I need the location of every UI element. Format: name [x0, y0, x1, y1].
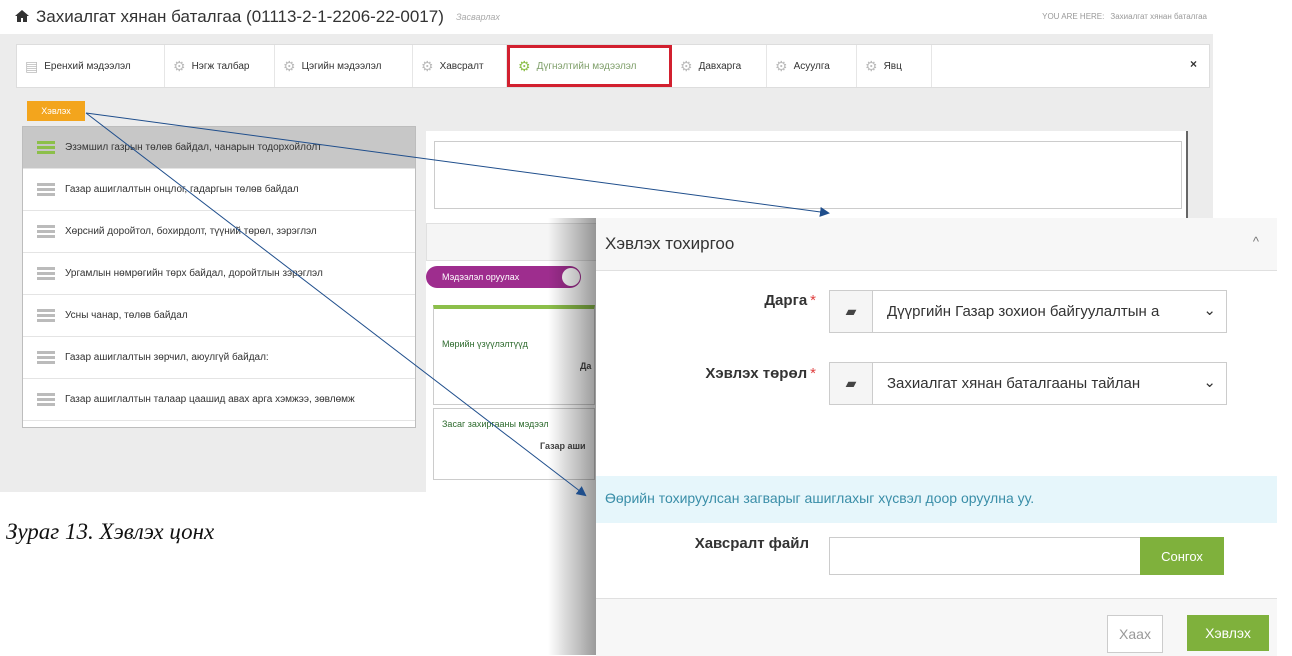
director-label: Дарга *	[656, 292, 816, 309]
list-item[interactable]: Ургамлын нөмрөгийн төрх байдал, доройтлы…	[23, 253, 415, 295]
print-settings-modal: Хэвлэх тохиргоо ^ Дарга * ▰ Дүүргийн Газа…	[596, 218, 1277, 656]
tab-attachment[interactable]: ⚙ Хавсралт	[413, 45, 507, 87]
list-icon	[37, 266, 55, 281]
close-icon[interactable]: ×	[1190, 57, 1197, 71]
page-subtitle: Засварлах	[456, 12, 500, 22]
list-item[interactable]: Усны чанар, төлөв байдал	[23, 295, 415, 337]
chevron-down-icon: ⌄	[1203, 302, 1216, 319]
tab-label: Давхарга	[698, 60, 742, 72]
document-icon: ▤	[25, 57, 39, 74]
tab-layer[interactable]: ⚙ Давхарга	[672, 45, 767, 87]
gears-icon: ⚙	[518, 57, 531, 74]
director-select[interactable]: ▰ Дүүргийн Газар зохион байгуулалтын а ⌄	[829, 290, 1227, 333]
list-item[interactable]: Газар ашиглалтын талаар цаашид авах арга…	[23, 379, 415, 421]
list-icon	[37, 140, 55, 155]
modal-shadow	[548, 218, 603, 655]
select-value: Захиалгат хянан баталгааны тайлан	[887, 375, 1141, 392]
gears-icon: ⚙	[173, 57, 186, 74]
gears-icon: ⚙	[775, 57, 788, 74]
list-item-label: Усны чанар, төлөв байдал	[65, 310, 188, 321]
list-icon	[37, 308, 55, 323]
tab-label: Еренхий мэдээлэл	[44, 60, 131, 72]
tab-label: Дүгнэлтийн мэдээлэл	[536, 60, 637, 72]
list-item[interactable]: Хөрсний доройтол, бохирдолт, түүний төрө…	[23, 211, 415, 253]
page-title: Захиалгат хянан баталгаа (01113-2-1-2206…	[36, 7, 444, 26]
book-icon: ▰	[830, 291, 873, 332]
tab-bar: ▤ Еренхий мэдээлэл ⚙ Нэгж талбар ⚙ Цэгийн м…	[16, 44, 1210, 88]
tab-label: Явц	[883, 60, 902, 72]
tab-conclusion-info[interactable]: ⚙ Дүгнэлтийн мэдээлэл	[507, 45, 672, 87]
attachment-label: Хавсралт файл	[694, 535, 809, 552]
print-type-select[interactable]: ▰ Захиалгат хянан баталгааны тайлан ⌄	[829, 362, 1227, 405]
tab-label: Асуулга	[793, 60, 830, 72]
figure-caption: Зураг 13. Хэвлэх цонх	[6, 519, 215, 544]
attachment-file-input[interactable]	[829, 537, 1142, 575]
info-text: Өөрийн тохируулсан загварыг ашиглахыг хү…	[605, 490, 1035, 506]
list-item-label: Газар ашиглалтын онцлог, гадаргын төлөв …	[65, 184, 299, 195]
field-label: Хэвлэх төрөл	[705, 365, 808, 382]
gears-icon: ⚙	[680, 57, 693, 74]
required-mark: *	[810, 365, 816, 382]
list-item-label: Ургамлын нөмрөгийн төрх байдал, доройтлы…	[65, 268, 323, 279]
list-item-label: Газар ашиглалтын талаар цаашид авах арга…	[65, 394, 355, 405]
tab-label: Нэгж талбар	[191, 60, 250, 72]
tab-label: Хавсралт	[439, 60, 484, 72]
gears-icon: ⚙	[283, 57, 296, 74]
breadcrumb-link[interactable]: Захиалгат хянан баталгаа	[1110, 12, 1207, 21]
list-item-label: Газар ашиглалтын зөрчил, аюулгүй байдал:	[65, 352, 269, 363]
description-textarea[interactable]	[434, 141, 1182, 209]
tab-progress[interactable]: ⚙ Явц	[857, 45, 932, 87]
gears-icon: ⚙	[865, 57, 878, 74]
info-alert: Өөрийн тохируулсан загварыг ашиглахыг хү…	[596, 476, 1277, 523]
list-item[interactable]: Газар ашиглалтын онцлог, гадаргын төлөв …	[23, 169, 415, 211]
collapse-icon[interactable]: ^	[1253, 234, 1259, 249]
list-icon	[37, 350, 55, 365]
card-title: Мөрийн үзүүлэлтүүд	[442, 339, 528, 349]
print-type-label: Хэвлэх төрөл *	[636, 365, 816, 382]
choose-file-button[interactable]: Сонгох	[1140, 537, 1224, 575]
list-icon	[37, 182, 55, 197]
list-item-label: Эзэмшил газрын төлөв байдал, чанарын тод…	[65, 142, 322, 153]
top-bar: Захиалгат хянан баталгаа (01113-2-1-2206…	[0, 0, 1213, 35]
tab-point-info[interactable]: ⚙ Цэгийн мэдээлэл	[275, 45, 413, 87]
chevron-down-icon: ⌄	[1203, 374, 1216, 391]
field-label: Дарга	[764, 292, 808, 309]
card-title: Засаг захиргааны мэдээл	[442, 419, 549, 429]
modal-footer: Хаах Хэвлэх	[596, 598, 1277, 656]
print-button[interactable]: Хэвлэх	[27, 101, 85, 121]
required-mark: *	[810, 292, 816, 309]
tab-general-info[interactable]: ▤ Еренхий мэдээлэл	[17, 45, 165, 87]
close-button[interactable]: Хаах	[1107, 615, 1163, 653]
list-item[interactable]: Газар ашиглалтын зөрчил, аюулгүй байдал:	[23, 337, 415, 379]
list-item[interactable]: Эзэмшил газрын төлөв байдал, чанарын тод…	[23, 127, 415, 169]
modal-title: Хэвлэх тохиргоо	[605, 234, 735, 253]
modal-header: Хэвлэх тохиргоо ^	[596, 218, 1277, 271]
list-icon	[37, 392, 55, 407]
book-icon: ▰	[830, 363, 873, 404]
breadcrumb-label: YOU ARE HERE:	[1042, 12, 1105, 21]
tab-query[interactable]: ⚙ Асуулга	[767, 45, 857, 87]
tab-label: Цэгийн мэдээлэл	[301, 60, 382, 72]
toggle-label: Мэдээлэл оруулах	[442, 272, 520, 282]
home-icon[interactable]	[14, 9, 30, 23]
section-list: Эзэмшил газрын төлөв байдал, чанарын тод…	[22, 126, 416, 428]
gears-icon: ⚙	[421, 57, 434, 74]
list-item-label: Хөрсний доройтол, бохирдолт, түүний төрө…	[65, 226, 317, 237]
breadcrumb: YOU ARE HERE: Захиалгат хянан баталгаа	[1036, 12, 1207, 21]
tab-parcel[interactable]: ⚙ Нэгж талбар	[165, 45, 275, 87]
list-icon	[37, 224, 55, 239]
select-value: Дүүргийн Газар зохион байгуулалтын а	[887, 303, 1160, 320]
print-submit-button[interactable]: Хэвлэх	[1187, 615, 1269, 651]
